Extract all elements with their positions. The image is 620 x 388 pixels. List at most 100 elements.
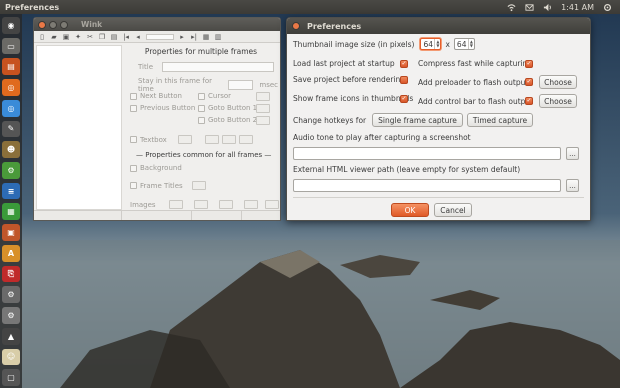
textbox-config-button[interactable]	[177, 135, 192, 144]
first-frame-icon[interactable]: |◂	[122, 33, 130, 41]
save-before-checkbox[interactable]	[400, 75, 408, 84]
goto1-checkbox[interactable]	[198, 104, 205, 112]
launcher-app-green-icon[interactable]: ⚙	[2, 162, 20, 179]
ok-button[interactable]: OK	[391, 203, 429, 217]
launcher-trash-icon[interactable]: ▢	[2, 369, 20, 386]
goto2-label: Goto Button 2	[208, 116, 258, 124]
prev-frame-icon[interactable]: ◂	[134, 33, 142, 41]
save-icon[interactable]: ▣	[62, 33, 70, 41]
frame-titles-checkbox[interactable]	[130, 182, 137, 189]
launcher-chrome-icon[interactable]: ◎	[2, 99, 20, 117]
launcher-dash-icon[interactable]: ◉	[2, 17, 20, 34]
launcher-pdf-reader-icon[interactable]: ⎘	[2, 265, 20, 283]
image-button-3[interactable]	[218, 200, 233, 209]
volume-icon[interactable]	[543, 3, 552, 12]
frame-list[interactable]	[36, 45, 122, 210]
launcher-wink-icon[interactable]: ☺	[2, 348, 20, 366]
close-icon[interactable]	[292, 22, 300, 30]
html-viewer-input[interactable]	[293, 179, 561, 192]
image-button-2[interactable]	[193, 200, 208, 209]
load-last-row: Load last project at startup ✓	[293, 59, 408, 68]
launcher-libreoffice-writer-icon[interactable]: ≡	[2, 182, 20, 200]
paste-icon[interactable]: ▤	[110, 33, 118, 41]
textbox-label: Textbox	[140, 135, 167, 144]
launcher-settings-icon[interactable]: ⚙	[2, 307, 20, 324]
stay-row: Stay in this frame for time msec	[138, 77, 278, 93]
wink-titlebar[interactable]: Wink	[34, 18, 280, 31]
goto2-config-button[interactable]	[256, 116, 270, 125]
mail-icon[interactable]	[525, 3, 534, 12]
frame-titles-config-button[interactable]	[191, 181, 206, 190]
show-icons-checkbox[interactable]: ✓	[400, 94, 408, 103]
new-icon[interactable]: ▯	[38, 33, 46, 41]
choose-preloader-button[interactable]: Choose	[539, 75, 577, 89]
clock[interactable]: 1:41 AM	[561, 3, 594, 12]
minimize-icon[interactable]	[49, 20, 57, 29]
next-frame-icon[interactable]: ▸	[178, 33, 186, 41]
next-button-checkbox[interactable]	[130, 92, 137, 100]
height-spin-arrows[interactable]: ▲ ▼	[467, 39, 474, 49]
textbox-font-button[interactable]	[221, 135, 236, 144]
launcher-gimp-icon[interactable]: ☻	[2, 141, 20, 159]
launcher-app-dark-icon[interactable]: ▲	[2, 327, 20, 345]
launcher-software-center-icon[interactable]: A	[2, 244, 20, 262]
cancel-button[interactable]: Cancel	[434, 203, 472, 217]
launcher-inkscape-icon[interactable]: ✎	[2, 120, 20, 138]
thumbnail-width-value[interactable]: 64	[421, 40, 434, 49]
spin-down-icon[interactable]: ▼	[470, 44, 473, 48]
timed-capture-button[interactable]: Timed capture	[466, 113, 534, 127]
image-button-5[interactable]	[264, 200, 279, 209]
images-label: Images	[130, 200, 156, 209]
load-last-checkbox[interactable]: ✓	[400, 59, 408, 68]
goto2-checkbox[interactable]	[198, 116, 205, 124]
power-gear-icon[interactable]	[603, 3, 612, 12]
stay-time-input[interactable]	[227, 80, 254, 90]
thumbnail-height-value[interactable]: 64	[455, 40, 468, 49]
cursor-checkbox[interactable]	[198, 92, 205, 100]
audio-path-input[interactable]	[293, 147, 561, 160]
launcher-libreoffice-impress-icon[interactable]: ▣	[2, 224, 20, 241]
copy-icon[interactable]: ❐	[98, 33, 106, 41]
close-icon[interactable]	[38, 20, 46, 29]
goto2-row: Goto Button 2	[198, 116, 257, 124]
spin-down-icon[interactable]: ▼	[436, 44, 439, 48]
audio-browse-button[interactable]: ...	[566, 147, 579, 160]
title-input[interactable]	[162, 62, 275, 72]
control-bar-checkbox[interactable]: ✓	[525, 97, 533, 105]
launcher-app-gear-icon[interactable]: ⚙	[2, 286, 20, 304]
previous-button-checkbox[interactable]	[130, 104, 137, 112]
preloader-checkbox[interactable]: ✓	[525, 78, 533, 86]
html-viewer-browse-button[interactable]: ...	[566, 179, 579, 192]
background-checkbox[interactable]	[130, 164, 137, 172]
frame-titles-label: Frame Titles	[140, 181, 183, 190]
thumbnail-height-spinner[interactable]: 64 ▲ ▼	[453, 38, 475, 50]
image-button-4[interactable]	[243, 200, 258, 209]
compress-label: Compress fast while capturing	[418, 59, 533, 68]
open-icon[interactable]: ▰	[50, 33, 58, 41]
width-spin-arrows[interactable]: ▲ ▼	[434, 39, 440, 49]
image-button-1[interactable]	[168, 200, 183, 209]
textbox-style-button[interactable]	[204, 135, 219, 144]
cut-icon[interactable]: ✂	[86, 33, 94, 41]
launcher-files-icon[interactable]: ▭	[2, 37, 20, 55]
choose-control-bar-button[interactable]: Choose	[539, 94, 577, 108]
render-icon[interactable]: ✦	[74, 33, 82, 41]
single-frame-capture-button[interactable]: Single frame capture	[372, 113, 463, 127]
compress-checkbox[interactable]: ✓	[525, 59, 533, 68]
last-frame-icon[interactable]: ▸|	[190, 33, 198, 41]
thumbnail-width-spinner[interactable]: 64 ▲ ▼	[420, 38, 442, 50]
frame-props-icon[interactable]: ▦	[202, 33, 210, 41]
network-icon[interactable]	[507, 3, 516, 12]
maximize-icon[interactable]	[60, 20, 68, 29]
launcher: ◉ ▭ ▤ ◎ ◎ ✎ ☻ ⚙ ≡ ▦ ▣ A ⎘ ⚙ ⚙ ▲ ☺ ▢	[0, 14, 22, 388]
frame-slider[interactable]	[146, 33, 174, 40]
goto1-config-button[interactable]	[256, 104, 270, 113]
textbox-checkbox[interactable]	[130, 136, 137, 143]
textbox-more-button[interactable]	[238, 135, 253, 144]
launcher-home-folder-icon[interactable]: ▤	[2, 58, 20, 76]
grid-icon[interactable]: ▥	[214, 33, 222, 41]
cursor-config-button[interactable]	[256, 92, 270, 101]
launcher-firefox-icon[interactable]: ◎	[2, 79, 20, 96]
preferences-titlebar[interactable]: Preferences	[287, 18, 590, 34]
launcher-libreoffice-calc-icon[interactable]: ▦	[2, 203, 20, 221]
